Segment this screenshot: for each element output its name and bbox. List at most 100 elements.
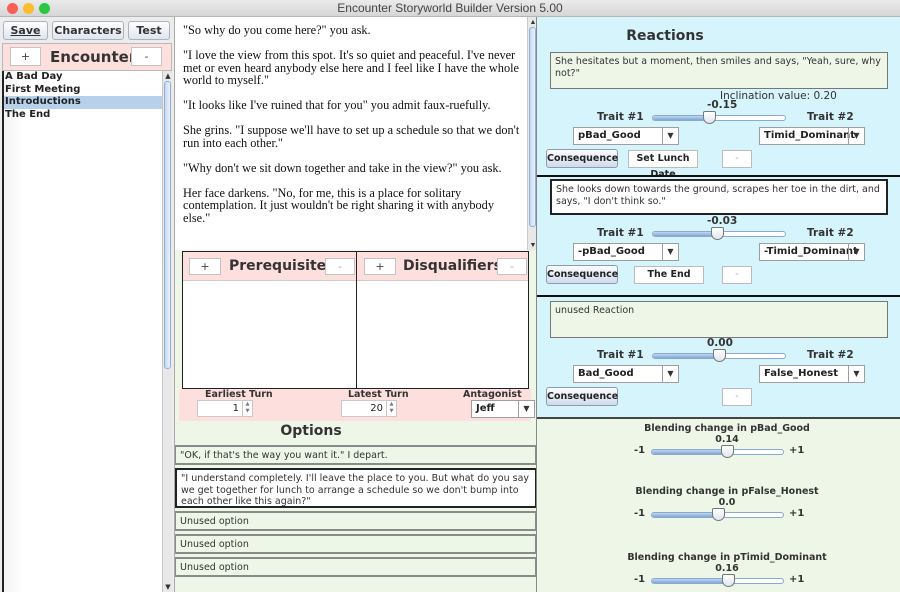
chevron-down-icon[interactable]: ▼ bbox=[662, 128, 678, 144]
reaction-text[interactable]: She hesitates but a moment, then smiles … bbox=[550, 52, 888, 89]
save-button[interactable]: Save bbox=[3, 21, 48, 40]
encounters-scrollbar[interactable]: ▲ ▼ bbox=[162, 71, 172, 592]
maximize-window-button[interactable] bbox=[39, 3, 50, 14]
option-item[interactable]: "OK, if that's the way you want it." I d… bbox=[175, 445, 537, 465]
disqualifiers-panel: + Disqualifiers - bbox=[356, 251, 529, 389]
reaction-item: unused Reaction 0.00 Trait #1 Trait #2 Bad_G… bbox=[537, 301, 900, 416]
reaction-slider-value: -0.03 bbox=[707, 215, 738, 227]
test-button[interactable]: Test bbox=[128, 21, 170, 40]
trait1-label: Trait #1 bbox=[597, 349, 644, 361]
chevron-down-icon[interactable]: ▼ bbox=[662, 366, 678, 382]
consequence-value: Set Lunch Date bbox=[628, 150, 698, 180]
reaction-slider-value: -0.15 bbox=[707, 99, 738, 111]
antagonist-label: Antagonist bbox=[463, 389, 522, 400]
slider-fill bbox=[652, 513, 718, 517]
option-item[interactable]: "I understand completely. I'll leave the… bbox=[175, 468, 537, 508]
chevron-down-icon[interactable]: ▼ bbox=[662, 244, 678, 260]
window-titlebar: Encounter Storyworld Builder Version 5.0… bbox=[0, 0, 900, 17]
minimize-window-button[interactable] bbox=[23, 3, 34, 14]
trait1-label: Trait #1 bbox=[597, 111, 644, 123]
remove-disqualifier-button[interactable]: - bbox=[497, 258, 527, 275]
slider-knob[interactable] bbox=[711, 227, 725, 240]
add-prerequisite-button[interactable]: + bbox=[189, 258, 221, 275]
close-window-button[interactable] bbox=[7, 3, 18, 14]
story-paragraph: "So why do you come here?" you ask. bbox=[183, 23, 371, 37]
blending-value: 0.16 bbox=[715, 563, 739, 574]
scroll-up-icon[interactable]: ▲ bbox=[164, 72, 172, 80]
slider-fill bbox=[653, 354, 719, 358]
add-encounter-button[interactable]: + bbox=[10, 47, 41, 66]
trait2-select[interactable]: False_Honest ▼ bbox=[759, 365, 865, 383]
blending-slider[interactable] bbox=[651, 574, 784, 587]
chevron-down-icon[interactable]: ▼ bbox=[518, 401, 534, 417]
option-item[interactable]: Unused option bbox=[175, 511, 537, 531]
story-paragraph: "I love the view from this spot. It's so… bbox=[183, 48, 519, 87]
window-title: Encounter Storyworld Builder Version 5.0… bbox=[337, 1, 563, 15]
blending-label: Blending change in pBad_Good bbox=[644, 423, 810, 434]
earliest-turn-label: Earliest Turn bbox=[205, 389, 273, 400]
encounter-list-item[interactable]: Introductions bbox=[4, 96, 164, 109]
reaction-item: She looks down towards the ground, scrap… bbox=[537, 179, 900, 294]
prerequisites-title: Prerequisites bbox=[229, 258, 335, 274]
slider-knob[interactable] bbox=[703, 111, 717, 124]
slider-knob[interactable] bbox=[713, 349, 726, 362]
trait2-value: Timid_Dominant bbox=[764, 130, 856, 141]
prerequisites-header: + Prerequisites - bbox=[183, 252, 356, 281]
remove-reaction-button[interactable]: - bbox=[722, 266, 752, 284]
option-item[interactable]: Unused option bbox=[175, 557, 537, 577]
trait1-select[interactable]: -pBad_Good ▼ bbox=[573, 243, 679, 261]
option-item[interactable]: Unused option bbox=[175, 534, 537, 554]
characters-button[interactable]: Characters bbox=[52, 21, 124, 40]
scrollbar-thumb[interactable] bbox=[164, 81, 171, 369]
consequence-button[interactable]: Consequence bbox=[546, 149, 618, 168]
reaction-slider[interactable] bbox=[652, 349, 786, 362]
slider-knob[interactable] bbox=[721, 574, 735, 587]
chevron-down-icon[interactable]: ▼ bbox=[848, 244, 864, 260]
scroll-down-icon[interactable]: ▼ bbox=[164, 583, 172, 591]
earliest-turn-value: 1 bbox=[232, 403, 239, 414]
chevron-down-icon[interactable]: ▼ bbox=[848, 128, 864, 144]
blending-slider[interactable] bbox=[651, 445, 784, 458]
reaction-text[interactable]: She looks down towards the ground, scrap… bbox=[550, 179, 888, 215]
consequence-value: The End bbox=[634, 266, 704, 284]
slider-fill bbox=[652, 579, 728, 583]
encounter-list-item[interactable]: First Meeting bbox=[4, 84, 164, 97]
trait2-label: Trait #2 bbox=[807, 111, 854, 123]
blending-value: 0.0 bbox=[718, 497, 736, 508]
trait1-value: Bad_Good bbox=[578, 368, 634, 379]
encounters-panel: Save Characters Test + Encounters - A Ba… bbox=[0, 17, 174, 592]
encounter-list-item[interactable]: The End bbox=[4, 109, 164, 122]
encounters-list[interactable]: A Bad Day First Meeting Introductions The E… bbox=[2, 71, 172, 592]
blending-min-label: -1 bbox=[634, 445, 646, 456]
add-disqualifier-button[interactable]: + bbox=[364, 258, 396, 275]
remove-reaction-button[interactable]: - bbox=[722, 388, 752, 406]
trait2-value: -Timid_Dominant bbox=[764, 246, 858, 257]
slider-knob[interactable] bbox=[711, 508, 725, 521]
antagonist-select[interactable]: Jeff ▼ bbox=[471, 400, 535, 418]
blending-panel: Blending change in pBad_Good 0.14 -1 +1 Blen… bbox=[537, 417, 900, 592]
encounter-list-item[interactable]: A Bad Day bbox=[4, 71, 164, 84]
reaction-text[interactable]: unused Reaction bbox=[550, 301, 888, 338]
trait1-select[interactable]: pBad_Good ▼ bbox=[573, 127, 679, 145]
remove-prerequisite-button[interactable]: - bbox=[325, 258, 355, 275]
slider-knob[interactable] bbox=[720, 445, 734, 458]
story-text-area[interactable]: "So why do you come here?" you ask. "I lo… bbox=[175, 17, 537, 250]
chevron-down-icon[interactable]: ▼ bbox=[848, 366, 864, 382]
trait2-select[interactable]: -Timid_Dominant ▼ bbox=[759, 243, 865, 261]
consequence-button[interactable]: Consequence bbox=[546, 265, 618, 284]
remove-reaction-button[interactable]: - bbox=[722, 150, 752, 168]
remove-encounter-button[interactable]: - bbox=[131, 47, 162, 66]
trait1-select[interactable]: Bad_Good ▼ bbox=[573, 365, 679, 383]
scrollbar-thumb[interactable] bbox=[529, 27, 536, 227]
trait2-select[interactable]: Timid_Dominant ▼ bbox=[759, 127, 865, 145]
latest-turn-spinner[interactable]: 20 ▲ ▼ bbox=[341, 400, 397, 417]
blending-min-label: -1 bbox=[634, 508, 646, 519]
reaction-slider[interactable] bbox=[652, 111, 786, 124]
spinner-arrows-icon[interactable]: ▲ ▼ bbox=[386, 401, 396, 416]
reaction-slider[interactable] bbox=[652, 227, 786, 240]
blending-min-label: -1 bbox=[634, 574, 646, 585]
spinner-arrows-icon[interactable]: ▲ ▼ bbox=[242, 401, 252, 416]
earliest-turn-spinner[interactable]: 1 ▲ ▼ bbox=[197, 400, 253, 417]
consequence-button[interactable]: Consequence bbox=[546, 387, 618, 406]
blending-slider[interactable] bbox=[651, 508, 784, 521]
